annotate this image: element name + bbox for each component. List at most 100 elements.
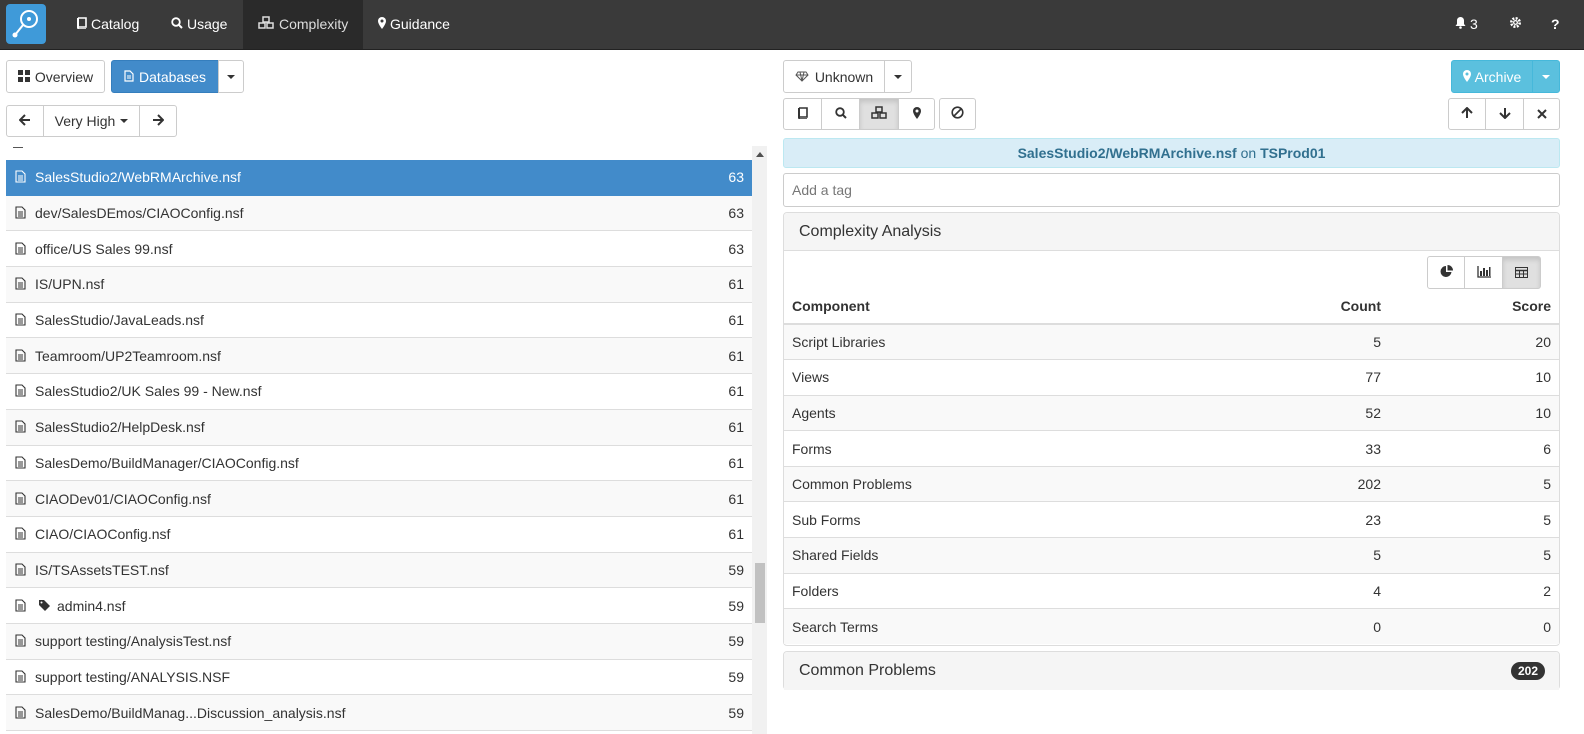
complexity-row: Common Problems 202 5 [784,465,1559,502]
archive-button[interactable]: Archive [1451,60,1533,93]
scroll-up-icon [756,152,764,157]
settings-button[interactable] [1494,0,1537,49]
previous-database-button[interactable] [1448,98,1486,130]
component-count: 23 [1249,501,1389,538]
common-problems-title: Common Problems [784,652,1559,690]
book-icon [797,106,808,122]
cubes-icon [258,0,275,49]
file-icon [15,527,27,541]
database-score: 61 [728,526,744,543]
arrow-up-icon [1461,106,1473,122]
database-row[interactable]: office/US Sales 99.nsf 63 [6,231,752,268]
complexity-row: Sub Forms 23 5 [784,501,1559,538]
complexity-row: Folders 4 2 [784,572,1559,609]
database-score: 61 [728,490,744,507]
database-score: 61 [728,419,744,436]
score-column-header[interactable]: Score [1389,288,1559,325]
selected-server-name: TSProd01 [1260,145,1326,161]
complexity-row: Script Libraries 5 20 [784,323,1559,360]
databases-button[interactable]: Databases [111,60,219,93]
complexity-row: Search Terms 0 0 [784,608,1559,645]
database-row[interactable]: SalesDemo/BuildManager/CIAOConfig.nsf 61 [6,446,752,482]
level-dropdown[interactable]: Very High [43,105,140,137]
list-scrollbar[interactable] [752,146,767,734]
database-score: 63 [728,240,744,257]
complexity-view-button[interactable] [859,98,899,130]
database-row[interactable]: support testing/AnalysisTest.nsf 59 [6,623,752,660]
table-view-button[interactable] [1502,256,1541,289]
exclude-button[interactable] [939,98,976,130]
app-logo[interactable] [6,4,46,44]
common-problems-badge: 202 [1510,662,1545,680]
database-name: SalesDemo/BuildManager/CIAOConfig.nsf [35,454,299,471]
database-name: SalesStudio2/UK Sales 99 - New.nsf [35,383,262,400]
file-icon [15,456,27,470]
database-name: SalesStudio/JavaLeads.nsf [35,312,204,329]
database-row[interactable]: SalesStudio2/WebRMArchive.nsf 63 [6,160,752,196]
arrow-down-icon [1498,106,1511,122]
component-score: 10 [1389,394,1559,431]
archive-dropdown-toggle[interactable] [1532,60,1560,93]
common-problems-panel[interactable]: Common Problems 202 [783,651,1560,690]
database-row[interactable]: SalesStudio/JavaLeads.nsf 61 [6,303,752,339]
component-name: Folders [784,572,1249,609]
gear-icon [1509,16,1522,32]
overview-button[interactable]: Overview [6,60,105,93]
map-marker-icon [912,106,921,122]
caret-down-icon [227,74,235,79]
database-row[interactable]: IS/UPN.nsf 61 [6,267,752,303]
count-column-header[interactable]: Count [1249,288,1389,325]
add-tag-input[interactable] [783,173,1560,207]
prev-level-button[interactable] [6,105,44,137]
component-column-header[interactable]: Component [784,288,1249,325]
bar-chart-icon [1476,265,1491,281]
nav-guidance[interactable]: Guidance [363,0,465,49]
catalog-view-button[interactable] [783,98,822,130]
component-name: Sub Forms [784,501,1249,538]
close-icon [1536,106,1547,122]
component-score: 5 [1389,537,1559,574]
database-row[interactable]: SalesStudio2/UK Sales 99 - New.nsf 61 [6,374,752,410]
database-row[interactable]: CIAO/CIAOConfig.nsf 61 [6,517,752,553]
complexity-row: Shared Fields 5 5 [784,537,1559,574]
complexity-row: Forms 33 6 [784,430,1559,467]
complexity-analysis-title: Complexity Analysis [784,213,1559,251]
help-button[interactable]: ? [1536,0,1575,49]
nav-usage[interactable]: Usage [156,0,242,49]
next-database-button[interactable] [1485,98,1524,130]
bar-chart-view-button[interactable] [1464,256,1503,289]
next-level-button[interactable] [139,105,177,137]
database-score: 61 [728,454,744,471]
database-name: CIAODev01/CIAOConfig.nsf [35,490,211,507]
database-row[interactable]: support testing/ANALYSIS.NSF 59 [6,660,752,696]
rating-dropdown-toggle[interactable] [884,60,912,93]
database-row[interactable]: dev/SalesDEmos/CIAOConfig.nsf 63 [6,195,752,232]
database-score: 61 [728,383,744,400]
database-row[interactable]: admin4.nsf 59 [6,588,752,624]
complexity-row: Views 77 10 [784,359,1559,396]
pie-chart-view-button[interactable] [1427,256,1465,289]
notifications-button[interactable]: 3 [1441,0,1492,49]
database-row[interactable]: IS/TSAssetsTEST.nsf 59 [6,552,752,589]
rating-button[interactable]: Unknown [783,60,885,93]
list-scrollbar-thumb[interactable] [755,563,765,623]
nav-catalog[interactable]: Catalog [61,0,154,49]
database-row[interactable]: SalesDemo/BuildManag...Discussion_analys… [6,695,752,731]
component-count: 5 [1249,537,1389,574]
diamond-icon [795,69,809,85]
info-on-text: on [1240,145,1257,161]
close-button[interactable] [1523,98,1560,130]
database-score: 61 [728,276,744,293]
file-icon [15,563,27,577]
database-row[interactable]: SalesStudio2/HelpDesk.nsf 61 [6,409,752,446]
nav-complexity[interactable]: Complexity [243,0,363,49]
file-icon [15,706,27,720]
databases-dropdown-toggle[interactable] [218,60,244,93]
database-row[interactable]: CIAODev01/CIAOConfig.nsf 61 [6,481,752,517]
usage-view-button[interactable] [821,98,860,130]
database-row[interactable]: Teamroom/UP2Teamroom.nsf 61 [6,338,752,375]
complexity-table: Component Count Score Script Libraries 5 2… [784,288,1559,645]
databases-label: Databases [139,68,206,85]
caret-down-icon [894,74,902,79]
guidance-view-button[interactable] [898,98,935,130]
